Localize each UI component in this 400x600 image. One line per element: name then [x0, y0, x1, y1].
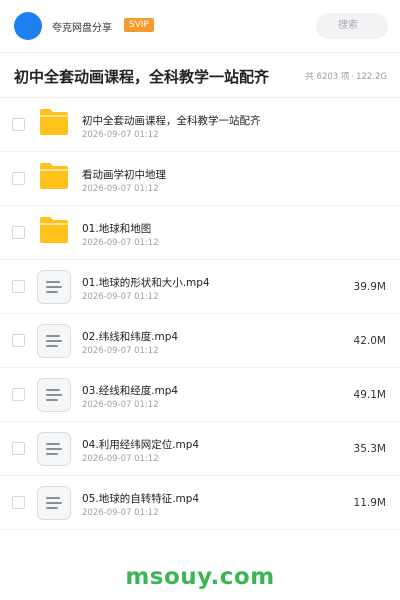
file-size: 39.9M	[353, 281, 386, 293]
row-checkbox[interactable]	[12, 442, 25, 455]
file-name[interactable]: 01.地球和地图	[82, 221, 151, 236]
page-title: 初中全套动画课程，全科教学一站配齐	[14, 68, 270, 86]
file-date: 2026-09-07 01:12	[82, 400, 159, 410]
document-icon	[37, 270, 71, 304]
avatar[interactable]	[14, 12, 42, 40]
row-checkbox[interactable]	[12, 118, 25, 131]
svip-badge: SVIP	[124, 18, 154, 32]
file-row[interactable]: 初中全套动画课程，全科教学一站配齐 2026-09-07 01:12	[0, 98, 400, 152]
file-date: 2026-09-07 01:12	[82, 454, 159, 464]
document-icon	[37, 486, 71, 520]
file-name[interactable]: 看动画学初中地理	[82, 167, 166, 182]
file-name[interactable]: 初中全套动画课程，全科教学一站配齐	[82, 113, 261, 128]
file-date: 2026-09-07 01:12	[82, 184, 159, 194]
file-row[interactable]: 01.地球和地图 2026-09-07 01:12	[0, 206, 400, 260]
file-row[interactable]: 看动画学初中地理 2026-09-07 01:12	[0, 152, 400, 206]
row-checkbox[interactable]	[12, 334, 25, 347]
file-name[interactable]: 02.纬线和纬度.mp4	[82, 329, 178, 344]
total-size: 122.2G	[356, 72, 387, 82]
top-bar: 夸克网盘分享 SVIP 搜索	[0, 0, 400, 52]
file-name[interactable]: 04.利用经纬网定位.mp4	[82, 437, 199, 452]
file-row[interactable]: 01.地球的形状和大小.mp4 2026-09-07 01:12 39.9M	[0, 260, 400, 314]
share-title-bar: 初中全套动画课程，全科教学一站配齐 共 6203 项 · 122.2G	[0, 52, 400, 98]
file-date: 2026-09-07 01:12	[82, 346, 159, 356]
file-date: 2026-09-07 01:12	[82, 130, 159, 140]
summary-separator: ·	[351, 72, 355, 82]
file-row[interactable]: 04.利用经纬网定位.mp4 2026-09-07 01:12 35.3M	[0, 422, 400, 476]
file-date: 2026-09-07 01:12	[82, 508, 159, 518]
row-checkbox[interactable]	[12, 172, 25, 185]
file-size: 49.1M	[353, 389, 386, 401]
row-checkbox[interactable]	[12, 280, 25, 293]
file-row[interactable]: 05.地球的自转特征.mp4 2026-09-07 01:12 11.9M	[0, 476, 400, 530]
app-name: 夸克网盘分享	[52, 23, 112, 34]
document-icon	[37, 378, 71, 412]
row-checkbox[interactable]	[12, 226, 25, 239]
document-icon	[37, 432, 71, 466]
file-list: 初中全套动画课程，全科教学一站配齐 2026-09-07 01:12 看动画学初中地…	[0, 98, 400, 530]
folder-icon	[40, 217, 68, 243]
search-input[interactable]: 搜索	[316, 13, 388, 39]
file-row[interactable]: 03.经线和经度.mp4 2026-09-07 01:12 49.1M	[0, 368, 400, 422]
site-watermark: msouy.com	[125, 564, 275, 590]
file-size: 35.3M	[353, 443, 386, 455]
folder-icon	[40, 109, 68, 135]
share-summary: 共 6203 项 · 122.2G	[305, 70, 387, 82]
file-name[interactable]: 03.经线和经度.mp4	[82, 383, 178, 398]
row-checkbox[interactable]	[12, 496, 25, 509]
file-name[interactable]: 05.地球的自转特征.mp4	[82, 491, 199, 506]
file-row[interactable]: 02.纬线和纬度.mp4 2026-09-07 01:12 42.0M	[0, 314, 400, 368]
item-count: 共 6203 项	[305, 72, 350, 82]
file-name[interactable]: 01.地球的形状和大小.mp4	[82, 275, 210, 290]
file-size: 11.9M	[353, 497, 386, 509]
file-size: 42.0M	[353, 335, 386, 347]
file-date: 2026-09-07 01:12	[82, 238, 159, 248]
document-icon	[37, 324, 71, 358]
folder-icon	[40, 163, 68, 189]
row-checkbox[interactable]	[12, 388, 25, 401]
file-date: 2026-09-07 01:12	[82, 292, 159, 302]
